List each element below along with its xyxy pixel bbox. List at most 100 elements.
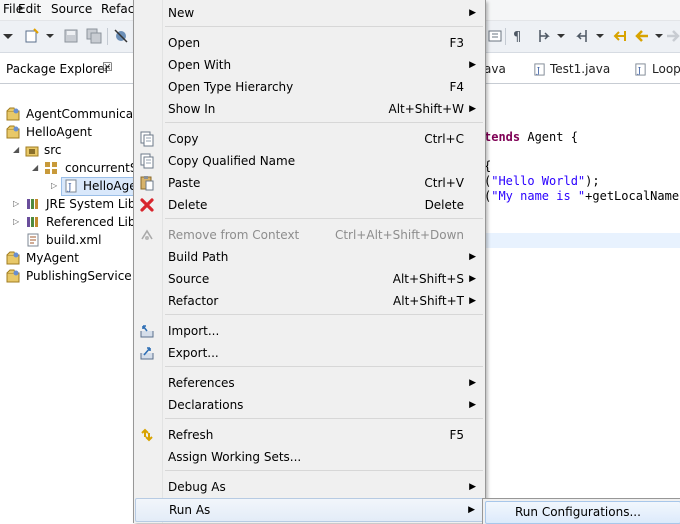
package-icon: [45, 162, 57, 174]
tree-item-helloagent[interactable]: HelloAgent: [0, 123, 133, 141]
toolbar-separator: [505, 28, 506, 45]
next-dropdown-icon[interactable]: [553, 28, 569, 44]
tree-item-referenced-libraries[interactable]: ▷ Referenced Libra: [0, 213, 148, 231]
menu-item-debug-as[interactable]: Debug As ▶: [134, 476, 485, 498]
toolbar-separator: [107, 28, 108, 45]
tree-item-jre-library[interactable]: ▷ JRE System Libra: [0, 195, 148, 213]
menu-edit[interactable]: Edit: [18, 2, 41, 16]
menu-item-remove-from-context[interactable]: Remove from Context Ctrl+Alt+Shift+Down: [134, 224, 485, 246]
submenu-arrow-icon: ▶: [469, 482, 476, 492]
tree-item-src[interactable]: ◢ src: [0, 141, 133, 159]
context-menu: New ▶ Open F3 Open With ▶ Open Type Hier…: [133, 0, 486, 523]
menu-separator: [165, 470, 483, 471]
package-explorer-title[interactable]: Package Explorer: [6, 62, 110, 76]
java-file-icon: J: [635, 63, 646, 76]
submenu-arrow-icon: ▶: [469, 60, 476, 70]
menu-item-show-in[interactable]: Show In Alt+Shift+W ▶: [134, 98, 485, 120]
close-icon[interactable]: ☒: [102, 60, 113, 74]
tab-loop[interactable]: Loop: [652, 62, 680, 76]
next-annotation-icon[interactable]: [536, 28, 552, 44]
tab-editor-partial[interactable]: ava: [484, 62, 506, 76]
tree-item-package[interactable]: ◢ concurrentSy: [0, 159, 145, 177]
code-line: ("Hello World");: [484, 174, 600, 188]
skip-breakpoints-icon[interactable]: [113, 28, 129, 44]
save-all-icon[interactable]: [86, 28, 102, 44]
back-icon[interactable]: [634, 28, 650, 44]
code-line: ("My name is "+getLocalName(: [484, 189, 680, 203]
save-icon[interactable]: [63, 28, 79, 44]
submenu-arrow-icon: ▶: [469, 296, 476, 306]
dropdown-arrow-icon[interactable]: [0, 28, 16, 44]
copy-qualified-name-icon: [140, 153, 154, 169]
editor-tab-bar: ava J Test1.java J Loop: [484, 55, 680, 84]
menu-item-open-type-hierarchy[interactable]: Open Type Hierarchy F4: [134, 76, 485, 98]
forward-icon[interactable]: [665, 28, 680, 44]
xml-file-icon: [27, 233, 39, 247]
java-file-icon: J: [534, 63, 545, 76]
menu-item-references[interactable]: References ▶: [134, 372, 485, 394]
menu-item-open-with[interactable]: Open With ▶: [134, 54, 485, 76]
new-dropdown-icon[interactable]: [42, 28, 58, 44]
menu-item-open[interactable]: Open F3: [134, 32, 485, 54]
menu-item-refresh[interactable]: Refresh F5: [134, 424, 485, 446]
source-folder-icon: [25, 146, 39, 157]
previous-annotation-icon[interactable]: [574, 28, 590, 44]
tree-item-agentcommunication[interactable]: AgentCommunicati: [0, 105, 141, 123]
package-explorer-header: Package Explorer ☒: [0, 55, 135, 84]
delete-icon: [140, 198, 154, 212]
last-edit-location-icon[interactable]: [612, 28, 628, 44]
collapsed-twistie-icon[interactable]: ▷: [51, 177, 57, 195]
tree-item-helloagent-java[interactable]: ▷ J HelloAge: [0, 177, 137, 196]
svg-text:J: J: [67, 183, 72, 193]
tree-item-publishingservice[interactable]: PublishingService: [0, 267, 133, 285]
paste-icon: [140, 176, 154, 191]
menu-item-refactor[interactable]: Refactor Alt+Shift+T ▶: [134, 290, 485, 312]
previous-dropdown-icon[interactable]: [592, 28, 608, 44]
menu-item-import[interactable]: Import...: [134, 320, 485, 342]
project-icon: [6, 125, 20, 139]
collapsed-twistie-icon[interactable]: ▷: [13, 195, 19, 213]
package-explorer-tree: AgentCommunicati HelloAgent ◢ src ◢ conc…: [0, 84, 148, 523]
menu-separator: [165, 314, 483, 315]
menu-separator: [165, 366, 483, 367]
library-icon: [27, 217, 38, 227]
svg-text:J: J: [637, 65, 641, 75]
code-line: tends Agent {: [484, 130, 578, 144]
expanded-twistie-icon[interactable]: ◢: [32, 159, 38, 177]
menu-item-new[interactable]: New ▶: [134, 2, 485, 24]
current-line-highlight: [484, 233, 680, 248]
menu-item-declarations[interactable]: Declarations ▶: [134, 394, 485, 416]
menu-item-source[interactable]: Source Alt+Shift+S ▶: [134, 268, 485, 290]
menu-item-assign-working-sets[interactable]: Assign Working Sets...: [134, 446, 485, 468]
submenu-arrow-icon: ▶: [469, 400, 476, 410]
menu-item-export[interactable]: Export...: [134, 342, 485, 364]
expanded-twistie-icon[interactable]: ◢: [13, 141, 19, 159]
new-wizard-icon[interactable]: [24, 28, 40, 44]
menu-item-delete[interactable]: Delete Delete: [134, 194, 485, 216]
tree-item-myagent[interactable]: MyAgent: [0, 249, 133, 267]
menu-item-build-path[interactable]: Build Path ▶: [134, 246, 485, 268]
menu-separator: [165, 218, 483, 219]
collapsed-twistie-icon[interactable]: ▷: [13, 213, 19, 231]
project-icon: [6, 251, 20, 265]
toggle-mark-icon[interactable]: [487, 28, 503, 44]
tree-item-build-xml[interactable]: build.xml: [0, 231, 133, 249]
copy-icon: [140, 131, 154, 147]
tab-test1-java[interactable]: Test1.java: [550, 62, 610, 76]
show-whitespace-icon[interactable]: ¶: [510, 28, 526, 44]
menu-item-run-configurations[interactable]: Run Configurations...: [485, 501, 680, 524]
export-icon: [140, 347, 154, 360]
menu-item-copy-qualified-name[interactable]: Copy Qualified Name: [134, 150, 485, 172]
svg-text:¶: ¶: [513, 30, 521, 44]
submenu-arrow-icon: ▶: [469, 274, 476, 284]
submenu-arrow-icon: ▶: [468, 505, 475, 515]
submenu-arrow-icon: ▶: [469, 8, 476, 18]
menu-item-copy[interactable]: Copy Ctrl+C: [134, 128, 485, 150]
project-icon: [6, 107, 20, 121]
refresh-icon: [141, 428, 153, 442]
menu-separator: [165, 26, 483, 27]
project-icon: [6, 269, 20, 283]
menu-item-run-as[interactable]: Run As ▶: [135, 498, 484, 522]
menu-source[interactable]: Source: [51, 2, 92, 16]
menu-item-paste[interactable]: Paste Ctrl+V: [134, 172, 485, 194]
